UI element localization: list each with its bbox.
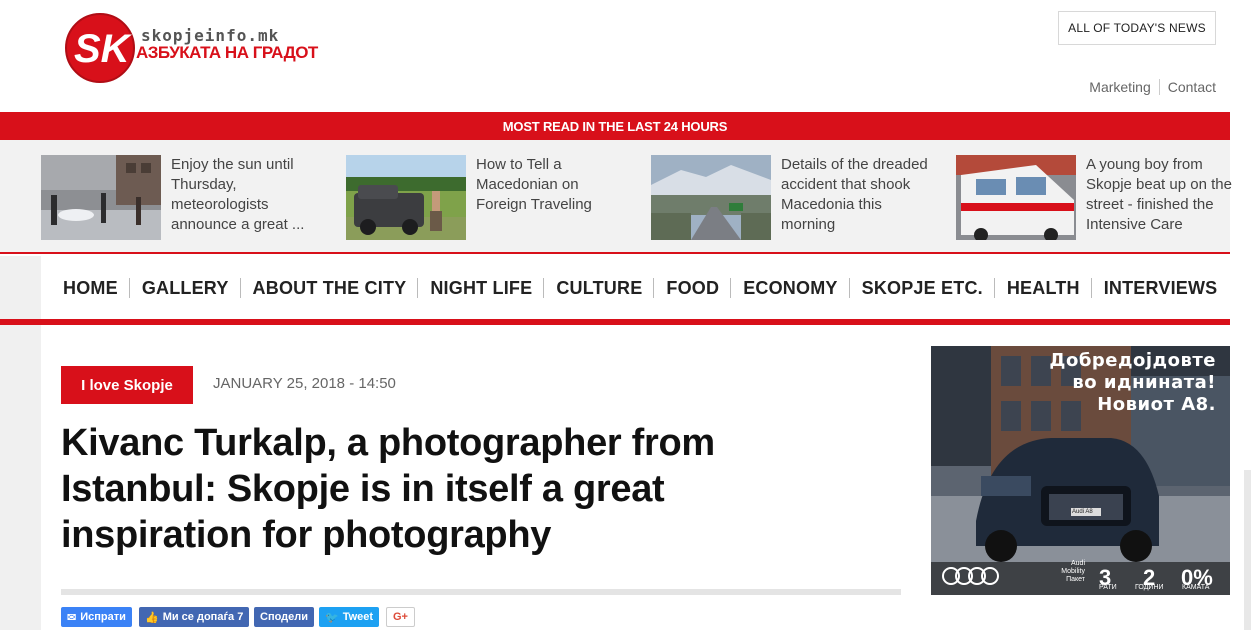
most-read-title[interactable]: How to Tell a Macedonian on Foreign Trav…: [476, 155, 631, 215]
messenger-send-label: Испрати: [80, 611, 126, 623]
article-date: JANUARY 25, 2018 - 14:50: [213, 375, 396, 392]
ad-headline: Добредојдовте во иднината! Новиот А8.: [1049, 350, 1216, 416]
nav-separator: [993, 278, 995, 298]
article-divider: [61, 589, 901, 595]
most-read-thumbnail[interactable]: [651, 155, 771, 240]
google-plus-label: G+: [393, 611, 408, 623]
facebook-share-label: Сподели: [260, 611, 309, 623]
nav-separator: [730, 278, 732, 298]
most-read-heading: MOST READ IN THE LAST 24 HOURS: [0, 112, 1230, 140]
audi-advertisement[interactable]: Добредојдовте во иднината! Новиот А8. Au…: [931, 346, 1230, 595]
site-header: SK skopjeinfo.mk АЗБУКАТА НА ГРАДОТ ALL …: [0, 0, 1251, 112]
most-read-thumbnail[interactable]: [956, 155, 1076, 240]
logo-sk-mark-icon: SK: [65, 13, 135, 83]
most-read-title[interactable]: Enjoy the sun until Thursday, meteorolog…: [171, 155, 326, 235]
nav-item-culture[interactable]: CULTURE: [550, 278, 653, 299]
ad-line-1: Добредојдовте: [1049, 350, 1216, 371]
nav-separator: [653, 278, 655, 298]
left-gutter: [0, 256, 41, 630]
nav-item-interviews[interactable]: INTERVIEWS: [1098, 278, 1229, 299]
ad-terms-label: ГОДИНИ: [1135, 584, 1164, 591]
most-read-title[interactable]: A young boy from Skopje beat up on the s…: [1086, 155, 1241, 235]
nav-item-about-the-city[interactable]: ABOUT THE CITY: [247, 278, 418, 299]
svg-text:SK: SK: [74, 27, 133, 71]
tweet-button[interactable]: 🐦 Tweet: [319, 607, 380, 627]
most-read-thumbnail[interactable]: [346, 155, 466, 240]
ad-years-label: РАТИ: [1099, 584, 1117, 591]
facebook-share-button[interactable]: Сподели: [254, 607, 315, 627]
nav-item-food[interactable]: FOOD: [660, 278, 730, 299]
ad-rate-label: КАМАТА: [1182, 584, 1210, 591]
nav-item-night-life[interactable]: NIGHT LIFE: [424, 278, 543, 299]
top-links: Marketing Contact: [1089, 79, 1216, 95]
article-headline: Kivanc Turkalp, a photographer from Ista…: [61, 422, 715, 556]
marketing-link[interactable]: Marketing: [1089, 79, 1150, 95]
most-read-item[interactable]: Enjoy the sun until Thursday, meteorolog…: [41, 155, 331, 240]
site-logo[interactable]: SK skopjeinfo.mk АЗБУКАТА НА ГРАДОТ: [64, 10, 326, 86]
most-read-item[interactable]: How to Tell a Macedonian on Foreign Trav…: [346, 155, 636, 240]
most-read-thumbnail[interactable]: [41, 155, 161, 240]
nav-item-skopje-etc[interactable]: SKOPJE ETC.: [856, 278, 994, 299]
nav-underline: [0, 319, 1230, 325]
most-read-strip: Enjoy the sun until Thursday, meteorolog…: [0, 140, 1232, 254]
facebook-like-button[interactable]: 👍 Ми се допаѓа 7: [139, 607, 250, 627]
most-read-item[interactable]: Details of the dreaded accident that sho…: [651, 155, 941, 240]
all-todays-news-button[interactable]: ALL OF TODAY'S NEWS: [1058, 11, 1216, 45]
ad-model-plate-text: Audi A8: [1072, 509, 1093, 515]
main-nav: HOME GALLERY ABOUT THE CITY NIGHT LIFE C…: [41, 256, 1230, 320]
link-separator: [1158, 79, 1160, 95]
category-badge[interactable]: I love Skopje: [61, 366, 193, 404]
tweet-label: Tweet: [342, 611, 374, 623]
nav-item-home[interactable]: HOME: [57, 278, 129, 299]
messenger-icon: ✉: [67, 611, 77, 624]
facebook-like-label: Ми се допаѓа 7: [162, 611, 244, 623]
nav-item-health[interactable]: HEALTH: [1001, 278, 1091, 299]
ad-line-2: во иднината!: [1072, 372, 1216, 393]
nav-item-economy[interactable]: ECONOMY: [737, 278, 848, 299]
most-read-title[interactable]: Details of the dreaded accident that sho…: [781, 155, 936, 235]
nav-separator: [543, 278, 545, 298]
nav-separator: [128, 278, 130, 298]
nav-separator: [239, 278, 241, 298]
thumbs-up-icon: 👍: [145, 611, 159, 624]
most-read-item[interactable]: A young boy from Skopje beat up on the s…: [956, 155, 1246, 240]
ad-line-3: Новиот А8.: [1097, 394, 1216, 415]
contact-link[interactable]: Contact: [1168, 79, 1216, 95]
page-scrollbar[interactable]: [1244, 470, 1251, 630]
twitter-bird-icon: 🐦: [325, 611, 339, 624]
nav-separator: [1090, 278, 1092, 298]
ad-package-label: Audi Mobility Пакет: [1061, 560, 1085, 583]
audi-rings-icon: [942, 567, 999, 585]
google-plus-button[interactable]: G+: [386, 607, 415, 627]
logo-tagline: АЗБУКАТА НА ГРАДОТ: [136, 43, 318, 62]
nav-separator: [848, 278, 850, 298]
messenger-send-button[interactable]: ✉ Испрати: [61, 607, 132, 627]
nav-separator: [417, 278, 419, 298]
nav-item-gallery[interactable]: GALLERY: [136, 278, 240, 299]
